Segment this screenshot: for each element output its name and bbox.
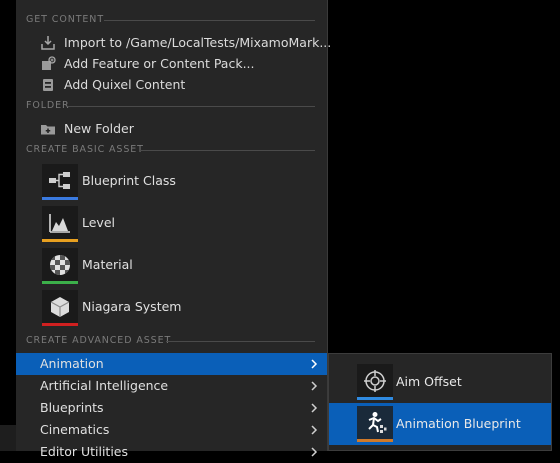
add-feature-pack-label: Add Feature or Content Pack... [64, 56, 255, 71]
niagara-system-label: Niagara System [82, 299, 182, 314]
animation-label: Animation [40, 356, 104, 371]
chevron-right-icon [311, 425, 318, 435]
section-create-basic-asset: CREATE BASIC ASSET [16, 143, 327, 157]
new-folder-icon [40, 121, 56, 137]
artificial-intelligence-submenu-item[interactable]: Artificial Intelligence [16, 375, 327, 397]
aim-offset-icon [357, 364, 393, 400]
quixel-icon [40, 77, 56, 93]
section-divider [140, 150, 315, 151]
niagara-system-icon [42, 290, 78, 326]
animation-submenu-item[interactable]: Animation [16, 353, 327, 375]
chevron-right-icon [311, 403, 318, 413]
blueprints-submenu-item[interactable]: Blueprints [16, 397, 327, 419]
chevron-right-icon [311, 359, 318, 369]
new-folder-label: New Folder [64, 121, 134, 136]
editor-utilities-label: Editor Utilities [40, 444, 129, 459]
import-label: Import to /Game/LocalTests/MixamoMark... [64, 35, 332, 50]
blueprints-label: Blueprints [40, 400, 104, 415]
section-divider [104, 20, 315, 21]
content-browser-context-menu: GET CONTENT Import to /Game/LocalTests/M… [16, 0, 331, 459]
animation-blueprint-menu-item[interactable]: Animation Blueprint [329, 403, 551, 445]
add-quixel-content-label: Add Quixel Content [64, 77, 186, 92]
cinematics-label: Cinematics [40, 422, 110, 437]
section-label: CREATE ADVANCED ASSET [26, 335, 172, 346]
animation-blueprint-label: Animation Blueprint [396, 416, 521, 431]
feature-pack-icon [40, 56, 56, 72]
section-label: CREATE BASIC ASSET [26, 144, 144, 155]
material-menu-item[interactable]: Material [16, 246, 327, 288]
chevron-right-icon [311, 381, 318, 391]
aim-offset-menu-item[interactable]: Aim Offset [329, 361, 551, 403]
chevron-right-icon [311, 447, 318, 457]
blueprint-class-menu-item[interactable]: Blueprint Class [16, 162, 327, 204]
blueprint-class-icon [42, 164, 78, 200]
import-icon [40, 35, 56, 51]
section-folder: FOLDER [16, 99, 327, 113]
section-get-content: GET CONTENT [16, 13, 327, 27]
background-panel [0, 425, 16, 451]
add-quixel-content-menu-item[interactable]: Add Quixel Content [16, 74, 327, 95]
niagara-system-menu-item[interactable]: Niagara System [16, 288, 327, 330]
new-folder-menu-item[interactable]: New Folder [16, 118, 327, 139]
section-label: FOLDER [26, 100, 70, 111]
level-menu-item[interactable]: Level [16, 204, 327, 246]
animation-submenu: Aim Offset Animation Blueprint [328, 353, 552, 451]
blueprint-class-label: Blueprint Class [82, 173, 176, 188]
level-label: Level [82, 215, 115, 230]
animation-blueprint-icon [357, 406, 393, 442]
section-divider [68, 106, 315, 107]
section-create-advanced-asset: CREATE ADVANCED ASSET [16, 334, 327, 348]
import-menu-item[interactable]: Import to /Game/LocalTests/MixamoMark... [16, 32, 331, 53]
level-icon [42, 206, 78, 242]
editor-utilities-submenu-item[interactable]: Editor Utilities [16, 441, 327, 463]
artificial-intelligence-label: Artificial Intelligence [40, 378, 169, 393]
aim-offset-label: Aim Offset [396, 374, 462, 389]
section-label: GET CONTENT [26, 14, 105, 25]
cinematics-submenu-item[interactable]: Cinematics [16, 419, 327, 441]
section-divider [166, 341, 315, 342]
material-label: Material [82, 257, 133, 272]
add-feature-pack-menu-item[interactable]: Add Feature or Content Pack... [16, 53, 327, 74]
material-icon [42, 248, 78, 284]
